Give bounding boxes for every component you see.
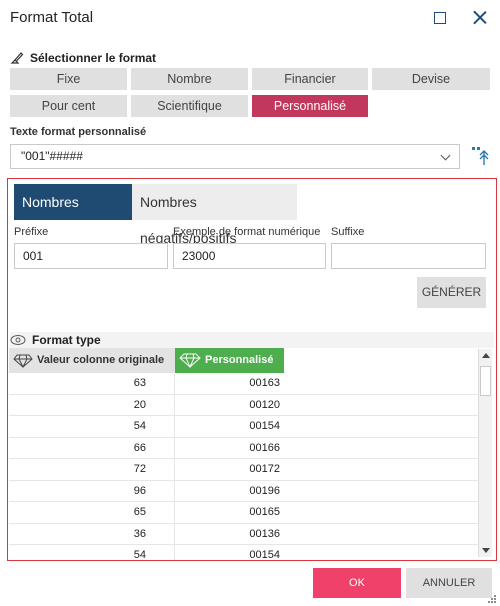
table-row: 54 00154 — [9, 416, 479, 438]
format-fixed-button[interactable]: Fixe — [10, 68, 127, 90]
original-value-cell: 20 — [9, 394, 175, 416]
tab-negative-positive-numbers[interactable]: Nombres négatifs/positifs — [132, 184, 297, 246]
resize-grip-icon[interactable] — [487, 594, 497, 604]
grid-scrollbar[interactable] — [478, 349, 492, 557]
original-value-cell: 65 — [9, 502, 175, 523]
table-row: 66 00166 — [9, 437, 479, 459]
column-header-original-label: Valeur colonne originale — [37, 354, 165, 366]
sort-options-icon[interactable] — [470, 145, 490, 167]
original-value-cell: 36 — [9, 523, 175, 545]
prefix-input[interactable]: 001 — [14, 243, 168, 269]
grid-body: 63 00163 20 00120 54 00154 66 00166 72 0… — [9, 373, 479, 560]
suffix-label: Suffixe — [331, 226, 365, 238]
diamond-icon — [13, 354, 33, 368]
format-type-heading: Format type — [10, 332, 494, 348]
format-currency-button[interactable]: Devise — [372, 68, 490, 90]
scroll-down-arrow-icon[interactable] — [482, 548, 490, 553]
table-row: 96 00196 — [9, 480, 479, 502]
original-value-cell: 72 — [9, 459, 175, 480]
column-header-custom[interactable]: Personnalisé — [175, 348, 284, 373]
original-value-cell: 96 — [9, 480, 175, 502]
diamond-icon — [179, 353, 201, 368]
window-title: Format Total — [10, 9, 94, 26]
suffix-input[interactable] — [331, 243, 486, 269]
table-row: 54 00154 — [9, 545, 479, 560]
custom-value-cell: 00165 — [249, 506, 280, 518]
ok-button[interactable]: OK — [313, 568, 401, 598]
format-scientific-button[interactable]: Scientifique — [131, 95, 248, 117]
example-label: Exemple de format numérique — [173, 226, 321, 238]
tab-simple-numbers[interactable]: Nombres simples — [14, 184, 132, 246]
table-row: 20 00120 — [9, 394, 479, 416]
custom-value-cell: 00196 — [249, 484, 280, 497]
format-number-button[interactable]: Nombre — [131, 68, 248, 90]
custom-value-cell: 00154 — [249, 420, 280, 432]
generate-button[interactable]: GÉNÉRER — [417, 277, 486, 308]
scrollbar-thumb[interactable] — [480, 366, 491, 396]
column-header-custom-label: Personnalisé — [205, 354, 274, 366]
format-financial-button[interactable]: Financier — [252, 68, 368, 90]
custom-value-cell: 00154 — [249, 549, 280, 560]
maximize-icon[interactable] — [434, 12, 446, 24]
original-value-cell: 66 — [9, 437, 175, 459]
custom-value-cell: 00136 — [249, 527, 280, 540]
prefix-label: Préfixe — [14, 226, 49, 238]
format-percent-button[interactable]: Pour cent — [10, 95, 127, 117]
table-row: 65 00165 — [9, 502, 479, 524]
original-value-cell: 54 — [9, 545, 175, 560]
cancel-button[interactable]: ANNULER — [406, 568, 492, 598]
brush-icon — [10, 52, 24, 64]
chevron-down-icon[interactable] — [440, 150, 451, 161]
table-row: 36 00136 — [9, 523, 479, 545]
table-row: 63 00163 — [9, 373, 479, 395]
format-section-label: Sélectionner le format — [30, 51, 157, 65]
title-bar: Format Total — [0, 0, 500, 36]
custom-format-value: "001"##### — [21, 149, 83, 163]
example-input[interactable]: 23000 — [173, 243, 326, 269]
custom-value-cell: 00166 — [249, 441, 280, 454]
custom-value-cell: 00163 — [249, 377, 280, 389]
scroll-up-arrow-icon[interactable] — [482, 353, 490, 358]
table-row: 72 00172 — [9, 459, 479, 481]
eye-icon — [10, 335, 26, 345]
format-custom-button[interactable]: Personnalisé — [252, 95, 368, 117]
format-type-label: Format type — [32, 333, 101, 347]
custom-format-combobox[interactable]: "001"##### — [10, 144, 460, 169]
custom-value-cell: 00172 — [249, 463, 280, 475]
column-header-original[interactable]: Valeur colonne originale — [9, 348, 175, 373]
grid-header: Valeur colonne originale Personnalisé — [9, 348, 479, 373]
custom-format-label: Texte format personnalisé — [10, 126, 147, 138]
format-section-heading: Sélectionner le format — [10, 51, 156, 65]
preview-grid: Valeur colonne originale Personnalisé 63… — [9, 348, 479, 560]
custom-value-cell: 00120 — [249, 398, 280, 411]
original-value-cell: 63 — [9, 373, 175, 394]
original-value-cell: 54 — [9, 416, 175, 437]
close-icon[interactable] — [470, 8, 490, 28]
